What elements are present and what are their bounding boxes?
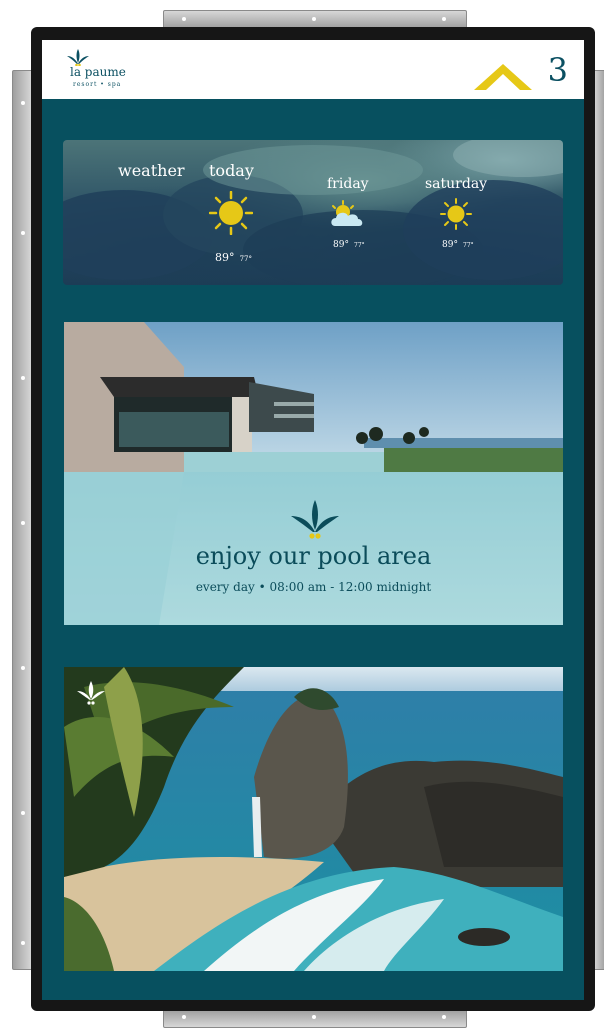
pool-promo-card: enjoy our pool area every day • 08:00 am… [64,322,563,625]
sun-icon [209,191,253,235]
sun-icon [440,198,472,230]
weather-low-today: 77° [239,255,253,263]
weather-high-today: 89° [215,251,235,264]
weather-day-friday: friday [327,176,369,192]
palm-leaf-icon [77,681,105,705]
palm-leaf-icon [291,500,339,539]
brand-logo: la paume resort • spa [64,48,154,92]
weather-high-friday: 89° [333,240,349,250]
weather-day-saturday: saturday [425,176,488,192]
palm-leaf-icon [67,49,89,66]
weather-day-today: today [209,161,254,180]
brand-tagline: resort • spa [73,81,122,88]
weather-low-saturday: 77° [463,242,474,249]
weather-low-friday: 77° [354,242,365,249]
pool-hours: every day • 08:00 am - 12:00 midnight [195,580,432,594]
beach-photo [64,667,563,971]
weather-temp-saturday: 89° 77° [442,232,474,251]
brand-name: la paume [70,65,126,79]
page-number: 3 [547,51,568,89]
chevron-up-icon [474,64,532,90]
beach-photo-card [64,667,563,971]
weather-label: weather [118,161,185,180]
weather-card: weather today 89° 77° friday 89° 77° sat… [63,140,563,285]
partly-cloudy-icon [331,200,363,226]
pool-title: enjoy our pool area [195,542,432,570]
header-bar: la paume resort • spa 3 [42,40,584,99]
weather-high-saturday: 89° [442,240,458,250]
signage-screen: la paume resort • spa 3 weather today 89… [42,40,584,1000]
weather-temp-friday: 89° 77° [333,232,365,251]
bottom-mounting-bracket [163,1008,467,1028]
weather-temp-today: 89° 77° [215,246,252,265]
